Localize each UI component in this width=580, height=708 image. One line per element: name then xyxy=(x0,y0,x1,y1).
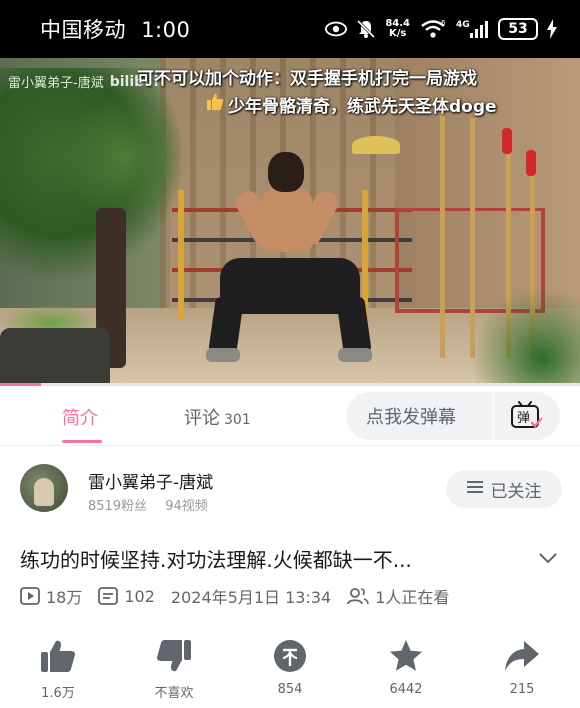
video-scene-plant xyxy=(470,288,580,385)
watching-count: 1人正在看 xyxy=(375,588,450,607)
spear xyxy=(440,98,445,358)
danmaku-count-icon xyxy=(98,587,119,605)
danmaku-count: 102 xyxy=(124,586,155,606)
battery-level: 53 xyxy=(508,21,528,37)
danmaku-comment: 少年骨骼清奇，练武先天圣体doge xyxy=(206,92,497,117)
watermark-user: 雷小翼弟子-唐斌 xyxy=(8,76,104,91)
danmaku-toggle-label: 弹 xyxy=(517,411,530,426)
danmaku-input[interactable]: 点我发弹幕 弹 xyxy=(346,392,560,440)
share-icon xyxy=(504,634,540,678)
view-count: 18万 xyxy=(46,588,83,607)
video-scene-tree xyxy=(60,98,190,218)
video-scene-pot xyxy=(0,328,110,385)
status-right: 84.4 K/s 6 4G 53 xyxy=(325,18,558,40)
follow-label: 已关注 xyxy=(490,481,542,502)
like-count: 1.6万 xyxy=(41,686,75,701)
like-icon xyxy=(40,634,76,678)
spear-tassel xyxy=(502,128,512,154)
comment-count: 301 xyxy=(224,412,251,428)
video-scene-hat xyxy=(352,136,400,154)
avatar[interactable] xyxy=(20,464,68,512)
danmaku-comment: 可不可以加个动作：双手握手机打完一局游戏 xyxy=(137,69,477,89)
video-player[interactable]: 雷小翼弟子-唐斌 bilibili 可不可以加个动作：双手握手机打完一局游戏 少… xyxy=(0,58,580,385)
danmaku-toggle-button[interactable]: 弹 xyxy=(494,392,560,440)
danmaku-stat: 102 xyxy=(98,587,155,606)
status-left: 中国移动 1:00 xyxy=(40,14,198,44)
person-shoe xyxy=(206,348,240,362)
person-torso xyxy=(262,188,312,252)
chevron-down-icon xyxy=(539,553,557,564)
video-watermark: 雷小翼弟子-唐斌 bilibili xyxy=(8,72,159,92)
watching-stat: 1人正在看 xyxy=(347,584,449,608)
favorite-icon xyxy=(388,634,424,678)
dislike-label: 不喜欢 xyxy=(154,686,194,701)
charging-icon xyxy=(546,18,558,40)
danmaku-input-placeholder: 点我发弹幕 xyxy=(366,407,456,428)
wifi-badge: 6 xyxy=(441,19,446,27)
action-bar: 1.6万 不喜欢 854 6442 215 xyxy=(0,634,580,708)
tab-comments[interactable]: 评论 301 xyxy=(184,404,251,430)
danmaku-text: 少年骨骼清奇，练武先天圣体doge xyxy=(228,97,497,117)
dislike-icon xyxy=(156,634,192,678)
spear-tassel xyxy=(526,150,536,176)
favorite-count: 6442 xyxy=(389,682,423,697)
video-title: 练功的时候坚持.对功法理解.火候都缺一不... xyxy=(20,548,412,572)
network-speed: 84.4 K/s xyxy=(385,19,410,39)
mute-bell-icon xyxy=(355,18,377,40)
play-count-icon xyxy=(20,587,40,605)
status-bar: 中国移动 1:00 84.4 K/s 6 4G 53 xyxy=(0,0,580,58)
app-screen: 中国移动 1:00 84.4 K/s 6 4G 53 雷小翼弟子-唐斌 bili… xyxy=(0,0,580,708)
favorite-button[interactable]: 6442 xyxy=(348,634,464,708)
person-head xyxy=(268,152,304,192)
network-type: 4G xyxy=(456,20,470,30)
danmaku-toggle-icon: 弹 xyxy=(511,401,543,428)
thumbs-up-icon xyxy=(206,93,224,116)
menu-icon xyxy=(466,479,483,499)
battery-indicator: 53 xyxy=(498,18,538,40)
tab-active-indicator xyxy=(62,440,102,443)
wifi-icon: 6 xyxy=(418,18,448,40)
person-shoe xyxy=(338,348,372,362)
coin-icon xyxy=(273,634,307,678)
fans-count: 8519粉丝 xyxy=(88,499,148,514)
tab-comments-label: 评论 xyxy=(184,408,220,429)
signal-icon: 4G xyxy=(456,18,490,40)
dislike-button[interactable]: 不喜欢 xyxy=(116,634,232,708)
coin-button[interactable]: 854 xyxy=(232,634,348,708)
publish-stat: 2024年5月1日 13:34 xyxy=(171,584,331,608)
follow-button[interactable]: 已关注 xyxy=(446,470,562,508)
uploader-name[interactable]: 雷小翼弟子-唐斌 xyxy=(88,468,213,493)
view-stat: 18万 xyxy=(20,584,82,608)
video-count: 94视频 xyxy=(165,499,208,514)
uploader-card: 雷小翼弟子-唐斌 8519粉丝 94视频 已关注 xyxy=(0,448,580,532)
clock: 1:00 xyxy=(141,18,191,42)
expand-button[interactable] xyxy=(536,548,560,568)
share-button[interactable]: 215 xyxy=(464,634,580,708)
share-count: 215 xyxy=(509,682,535,697)
like-button[interactable]: 1.6万 xyxy=(0,634,116,708)
eye-icon xyxy=(325,18,348,40)
speed-unit: K/s xyxy=(388,28,407,39)
viewers-icon xyxy=(347,588,370,605)
publish-time: 2024年5月1日 13:34 xyxy=(170,588,332,607)
coin-count: 854 xyxy=(277,682,303,697)
uploader-meta: 8519粉丝 94视频 xyxy=(88,495,222,514)
carrier-name: 中国移动 xyxy=(40,18,126,42)
video-stats: 18万 102 2024年5月1日 13:34 1人正在看 xyxy=(20,584,465,608)
tab-intro[interactable]: 简介 xyxy=(62,404,98,430)
